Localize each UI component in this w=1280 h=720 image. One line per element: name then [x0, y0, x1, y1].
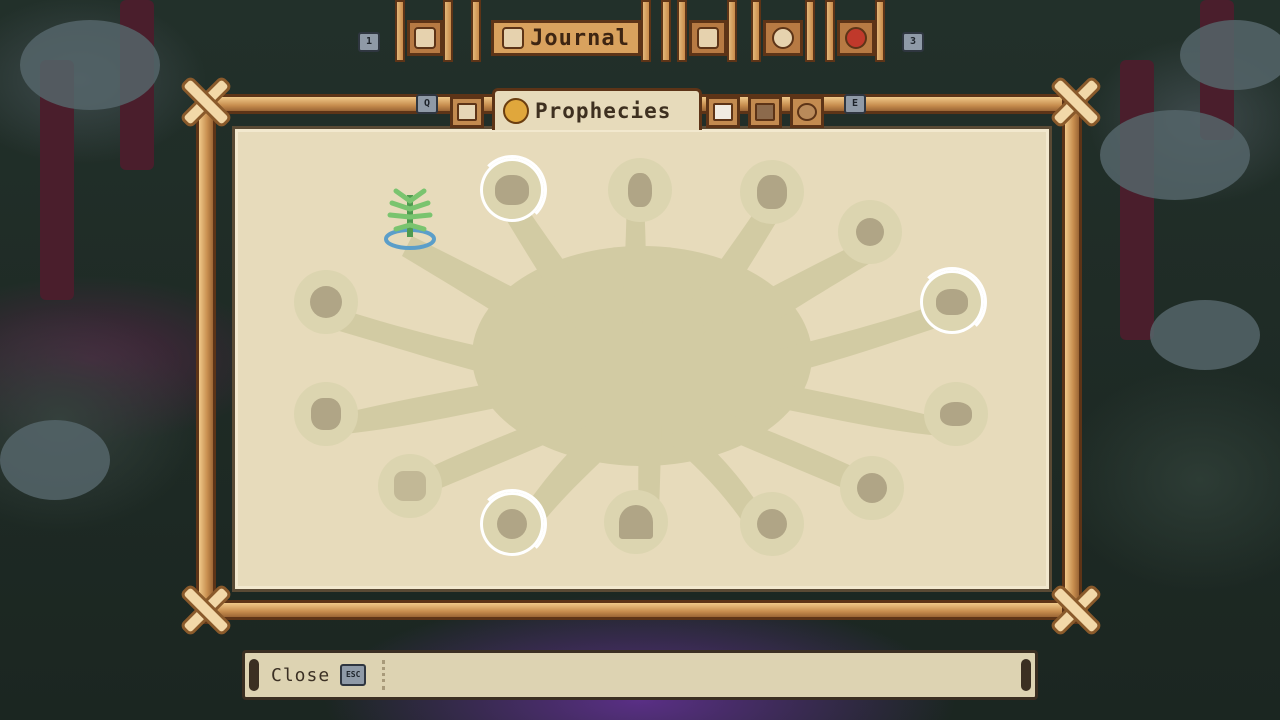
tab-villagers[interactable]	[748, 96, 782, 128]
tab-tasks[interactable]	[450, 96, 484, 128]
rope-knot	[1050, 584, 1102, 636]
spiral-hand-icon	[495, 175, 529, 205]
owl-icon	[394, 471, 426, 501]
checklist-icon	[457, 103, 477, 121]
turnip-icon	[856, 218, 884, 246]
esc-key-icon: ESC	[340, 664, 367, 686]
prophecy-node-moon[interactable]	[740, 492, 804, 556]
close-bar[interactable]: Close ESC	[242, 650, 1038, 700]
tab-creatures[interactable]	[790, 96, 824, 128]
journal-button[interactable]: Journal	[491, 20, 641, 56]
map-icon	[697, 27, 719, 49]
people-icon	[755, 103, 775, 121]
journal-label: Journal	[530, 25, 630, 51]
prev-tab-key[interactable]: Q	[416, 94, 438, 114]
paw-icon	[797, 103, 817, 121]
egg-icon	[503, 97, 529, 124]
moon-icon	[757, 509, 787, 539]
rope-knot	[1050, 76, 1102, 128]
mushroom-icon	[619, 505, 653, 539]
rope-knot	[180, 76, 232, 128]
prev-section-key[interactable]: 1	[358, 32, 380, 52]
jar-icon	[311, 398, 341, 430]
prophecy-node-owl[interactable]	[378, 454, 442, 518]
pair-icon	[757, 175, 787, 209]
tab-prophecies-label: Prophecies	[535, 98, 672, 123]
prophecy-node-jar[interactable]	[294, 382, 358, 446]
prophecy-node-tree[interactable]	[378, 186, 442, 250]
next-section-key[interactable]: 3	[902, 32, 924, 52]
calendar-icon	[713, 103, 733, 121]
tab-calendar[interactable]	[706, 96, 740, 128]
inventory-button[interactable]	[407, 20, 443, 56]
bowl-icon	[940, 402, 972, 426]
pot-icon	[936, 289, 968, 315]
prophecy-node-bowl[interactable]	[924, 382, 988, 446]
prophecy-node-cactus[interactable]	[608, 158, 672, 222]
paw-heart-icon	[497, 509, 527, 539]
gear-icon	[772, 27, 794, 49]
settings-button[interactable]	[763, 20, 803, 56]
prophecy-node-flower[interactable]	[294, 270, 358, 334]
sprout-icon	[384, 188, 436, 250]
prophecy-node-pair[interactable]	[740, 160, 804, 224]
tab-prophecies[interactable]: Prophecies	[492, 88, 702, 130]
cactus-icon	[628, 173, 652, 207]
prophecy-node-swirl[interactable]	[840, 456, 904, 520]
prophecy-node-pot[interactable]	[917, 267, 987, 337]
prophecy-node-paw-heart[interactable]	[477, 489, 547, 559]
prophecy-node-mushroom[interactable]	[604, 490, 668, 554]
backpack-icon	[414, 27, 436, 49]
divider	[374, 660, 386, 690]
swirl-icon	[857, 473, 887, 503]
next-tab-key[interactable]: E	[844, 94, 866, 114]
quit-button[interactable]	[837, 20, 875, 56]
map-button[interactable]	[689, 20, 727, 56]
flower-icon	[310, 286, 342, 318]
close-label: Close	[271, 664, 331, 686]
prophecy-node-spiral-hand[interactable]	[477, 155, 547, 225]
scroll-icon	[502, 27, 525, 49]
prophecy-node-turnip[interactable]	[838, 200, 902, 264]
journal-top-bar: Journal	[395, 0, 885, 62]
rope-knot	[180, 584, 232, 636]
no-entry-icon	[845, 27, 867, 49]
